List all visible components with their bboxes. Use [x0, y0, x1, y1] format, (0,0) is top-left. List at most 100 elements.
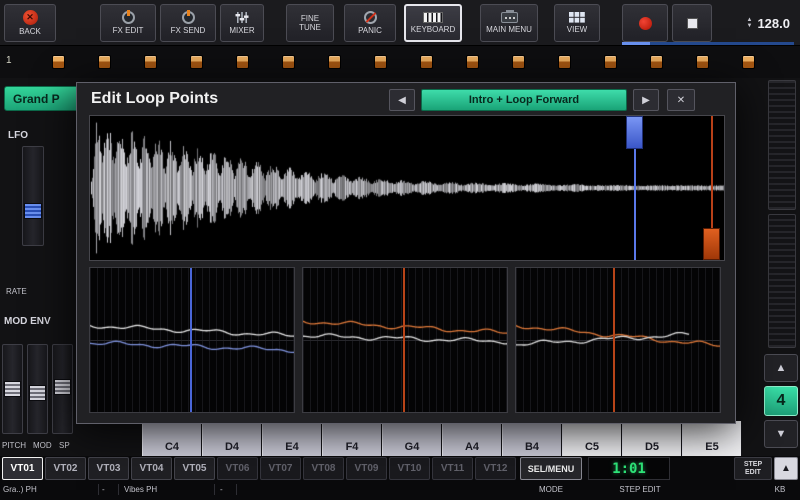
mod-slider-handle[interactable]	[29, 385, 46, 401]
track-button-vt10[interactable]: VT10	[389, 457, 430, 480]
track-button-vt09[interactable]: VT09	[346, 457, 387, 480]
pitch-label: PITCH	[2, 441, 26, 450]
track-button-vt11[interactable]: VT11	[432, 457, 473, 480]
fx-edit-label: FX EDIT	[112, 26, 144, 35]
key-e4[interactable]: E4	[262, 421, 322, 456]
mixer-button[interactable]: MIXER	[220, 4, 264, 42]
mod-slider[interactable]	[27, 344, 48, 434]
end-point-handle[interactable]	[703, 228, 720, 260]
close-button[interactable]: ✕	[667, 89, 695, 111]
key-d5[interactable]: D5	[622, 421, 682, 456]
sample-end-zoom-panel[interactable]	[515, 267, 721, 413]
track-button-vt04[interactable]: VT04	[131, 457, 172, 480]
key-label: C4	[164, 441, 180, 453]
record-button[interactable]	[622, 4, 668, 42]
knob-icon	[181, 10, 195, 24]
sel-menu-label: SEL/MENU	[527, 463, 575, 474]
right-scrollbar-upper[interactable]	[768, 80, 796, 210]
pad-flag-icon[interactable]	[144, 55, 157, 69]
pad-flag-icon[interactable]	[420, 55, 433, 69]
track-button-vt03[interactable]: VT03	[88, 457, 129, 480]
track1-name: Gra..) PH	[3, 485, 37, 494]
track-label: VT01	[10, 463, 35, 474]
tempo-display[interactable]: ▲ ▼ 128.0	[714, 4, 796, 42]
loop-start-zoom-panel[interactable]	[89, 267, 295, 413]
key-b4[interactable]: B4	[502, 421, 562, 456]
track-label: VT04	[139, 463, 164, 474]
key-d4[interactable]: D4	[202, 421, 262, 456]
keyboard-up-button[interactable]: ▲	[774, 457, 798, 480]
pad-flag-icon[interactable]	[558, 55, 571, 69]
back-button[interactable]: BACK	[4, 4, 56, 42]
pad-flag-icon[interactable]	[98, 55, 111, 69]
track-button-vt12[interactable]: VT12	[475, 457, 516, 480]
position-value: 1:01	[612, 460, 646, 477]
track-button-vt06[interactable]: VT06	[217, 457, 258, 480]
pitch-slider-handle[interactable]	[4, 381, 21, 397]
pad-flag-icon[interactable]	[742, 55, 755, 69]
loop-mode-next-button[interactable]: ▶	[633, 89, 659, 111]
octave-display-button[interactable]: 4	[764, 386, 798, 416]
track-button-vt02[interactable]: VT02	[45, 457, 86, 480]
loop-point-handle[interactable]	[626, 116, 643, 149]
octave-up-button[interactable]: ▲	[764, 354, 798, 382]
pad-flag-icon[interactable]	[512, 55, 525, 69]
fx-edit-button[interactable]: FX EDIT	[100, 4, 156, 42]
step-edit-button[interactable]: STEP EDIT	[734, 457, 772, 480]
lfo-rate-slider[interactable]	[22, 146, 44, 246]
key-e5[interactable]: E5	[682, 421, 742, 456]
mode-label: MODE	[539, 485, 563, 494]
pad-flag-icon[interactable]	[236, 55, 249, 69]
track-button-vt05[interactable]: VT05	[174, 457, 215, 480]
stop-button[interactable]	[672, 4, 712, 42]
loop-start-marker-line[interactable]	[190, 268, 192, 412]
panic-button[interactable]: PANIC	[344, 4, 396, 42]
key-a4[interactable]: A4	[442, 421, 502, 456]
pad-flag-icon[interactable]	[696, 55, 709, 69]
pitch-slider[interactable]	[2, 344, 23, 434]
pad-flag-icon[interactable]	[282, 55, 295, 69]
key-g4[interactable]: G4	[382, 421, 442, 456]
track-button-vt08[interactable]: VT08	[303, 457, 344, 480]
pad-flag-icon[interactable]	[52, 55, 65, 69]
lfo-rate-slider-handle[interactable]	[24, 203, 42, 219]
loop-mode-prev-button[interactable]: ◀	[389, 89, 415, 111]
key-f4[interactable]: F4	[322, 421, 382, 456]
sel-menu-button[interactable]: SEL/MENU	[520, 457, 582, 480]
sp-slider-handle[interactable]	[54, 379, 71, 395]
pad-flag-icon[interactable]	[190, 55, 203, 69]
loop-mode-select[interactable]: Intro + Loop Forward	[421, 89, 627, 111]
view-button[interactable]: VIEW	[554, 4, 600, 42]
song-position-bar[interactable]	[622, 42, 794, 45]
fine-tune-button[interactable]: FINE TUNE	[286, 4, 334, 42]
separator	[98, 484, 99, 495]
main-menu-button[interactable]: MAIN MENU	[480, 4, 538, 42]
tempo-down-icon[interactable]: ▼	[747, 23, 753, 29]
pad-flag-icon[interactable]	[328, 55, 341, 69]
panic-label: PANIC	[358, 26, 382, 35]
key-c5[interactable]: C5	[562, 421, 622, 456]
track-label: VT02	[53, 463, 78, 474]
pad-flag-icon[interactable]	[374, 55, 387, 69]
knob-icon	[121, 10, 135, 24]
pad-flag-icon[interactable]	[604, 55, 617, 69]
track-label: VT06	[225, 463, 250, 474]
fx-send-button[interactable]: FX SEND	[160, 4, 216, 42]
pad-flag-icon[interactable]	[466, 55, 479, 69]
prev-icon: ◀	[398, 94, 406, 106]
track-button-vt07[interactable]: VT07	[260, 457, 301, 480]
waveform-display[interactable]	[89, 115, 725, 261]
sp-slider[interactable]	[52, 344, 73, 434]
pad-flag-icon[interactable]	[650, 55, 663, 69]
sample-end-marker-line[interactable]	[613, 268, 615, 412]
key-c4[interactable]: C4	[142, 421, 202, 456]
loop-end-marker-line[interactable]	[403, 268, 405, 412]
loop-end-zoom-panel[interactable]	[302, 267, 508, 413]
key-label: C5	[584, 441, 600, 453]
view-label: VIEW	[566, 25, 588, 34]
track-button-vt01[interactable]: VT01	[2, 457, 43, 480]
keyboard-button[interactable]: KEYBOARD	[404, 4, 462, 42]
right-scrollbar-lower[interactable]	[768, 214, 796, 348]
octave-down-button[interactable]: ▼	[764, 420, 798, 448]
step-edit-line2: EDIT	[745, 468, 761, 476]
